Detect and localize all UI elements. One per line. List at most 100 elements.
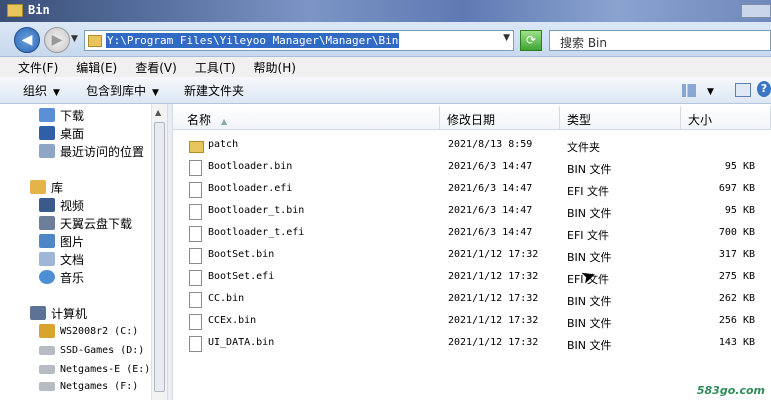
preview-pane-icon[interactable]	[735, 83, 751, 97]
forward-button[interactable]: ▶	[44, 27, 70, 53]
nav-item-downloads[interactable]: 下载	[39, 106, 84, 124]
file-row[interactable]: CC.bin 2021/1/12 17:32 BIN 文件 262 KB	[173, 289, 771, 311]
file-row[interactable]: BootSet.efi 2021/1/12 17:32 EFI 文件 275 K…	[173, 267, 771, 289]
nav-scrollbar[interactable]: ▲	[151, 104, 167, 400]
file-type: BIN 文件	[567, 207, 612, 220]
folder-icon	[39, 216, 55, 230]
column-type-label: 类型	[567, 113, 592, 127]
folder-icon	[189, 141, 204, 153]
file-name: Bootloader_t.bin	[208, 205, 305, 216]
navigation-pane: 下载 桌面 最近访问的位置 库 视频 天翼云盘下载 图片 文档 音乐 计算机 W…	[0, 104, 151, 400]
column-header-type[interactable]: 类型	[560, 106, 681, 130]
file-date: 2021/6/3 14:47	[448, 161, 533, 172]
drive-icon	[39, 345, 55, 355]
download-icon	[39, 108, 55, 122]
file-type: EFI 文件	[567, 185, 610, 198]
nav-item-computer[interactable]: 计算机	[30, 304, 87, 322]
file-row[interactable]: Bootloader.bin 2021/6/3 14:47 BIN 文件 95 …	[173, 157, 771, 179]
menu-edit[interactable]: 编辑(E)	[76, 57, 117, 77]
nav-item-pictures[interactable]: 图片	[39, 232, 84, 250]
view-options-icon[interactable]	[682, 84, 696, 97]
nav-item-cloud-downloads[interactable]: 天翼云盘下载	[39, 214, 132, 232]
recent-places-icon	[39, 144, 55, 158]
file-name: BootSet.bin	[208, 249, 275, 260]
file-size: 700 KB	[718, 227, 755, 238]
file-type: BIN 文件	[567, 163, 612, 176]
chevron-down-icon: ▼	[152, 88, 159, 98]
file-icon	[189, 226, 202, 242]
file-row[interactable]: Bootloader.efi 2021/6/3 14:47 EFI 文件 697…	[173, 179, 771, 201]
desktop-icon	[39, 126, 55, 140]
file-row[interactable]: Bootloader_t.bin 2021/6/3 14:47 BIN 文件 9…	[173, 201, 771, 223]
file-type: BIN 文件	[567, 339, 612, 352]
system-drive-icon	[39, 324, 55, 338]
file-row[interactable]: BootSet.bin 2021/1/12 17:32 BIN 文件 317 K…	[173, 245, 771, 267]
file-row[interactable]: Bootloader_t.efi 2021/6/3 14:47 EFI 文件 7…	[173, 223, 771, 245]
nav-item-drive-e[interactable]: Netgames-E (E:)	[39, 360, 150, 378]
menu-tools[interactable]: 工具(T)	[195, 57, 236, 77]
column-header-date[interactable]: 修改日期	[440, 106, 560, 130]
column-date-label: 修改日期	[447, 113, 496, 127]
help-icon[interactable]: ?	[757, 81, 771, 97]
file-size: 95 KB	[724, 205, 755, 216]
file-row[interactable]: patch 2021/8/13 8:59 文件夹	[173, 135, 771, 157]
file-icon	[189, 204, 202, 220]
file-row[interactable]: CCEx.bin 2021/1/12 17:32 BIN 文件 256 KB	[173, 311, 771, 333]
file-size: 275 KB	[718, 271, 755, 282]
file-name: Bootloader.bin	[208, 161, 293, 172]
nav-item-drive-d[interactable]: SSD-Games (D:)	[39, 341, 144, 359]
file-date: 2021/6/3 14:47	[448, 227, 533, 238]
chevron-down-icon[interactable]: ▼	[503, 33, 510, 43]
nav-item-documents[interactable]: 文档	[39, 250, 84, 268]
new-folder-button[interactable]: 新建文件夹	[184, 82, 244, 99]
organize-button[interactable]: 组织 ▼	[23, 82, 60, 99]
refresh-button[interactable]: ⟳	[520, 30, 542, 51]
back-button[interactable]: ◀	[14, 27, 40, 53]
nav-item-videos[interactable]: 视频	[39, 196, 84, 214]
file-icon	[189, 336, 202, 352]
nav-item-drive-c[interactable]: WS2008r2 (C:)	[39, 322, 138, 340]
column-size-label: 大小	[688, 113, 713, 127]
folder-icon	[7, 4, 23, 17]
nav-item-desktop[interactable]: 桌面	[39, 124, 84, 142]
search-input[interactable]: 搜索 Bin	[549, 30, 771, 51]
menu-help[interactable]: 帮助(H)	[254, 57, 296, 77]
file-icon	[189, 248, 202, 264]
chevron-down-icon: ▼	[53, 88, 60, 98]
file-date: 2021/1/12 17:32	[448, 315, 539, 326]
file-type: 文件夹	[567, 141, 600, 154]
file-size: 317 KB	[718, 249, 755, 260]
close-button[interactable]	[741, 4, 771, 18]
column-header-name[interactable]: 名称 ▲	[173, 106, 440, 130]
menu-view[interactable]: 查看(V)	[135, 57, 177, 77]
organize-label: 组织	[23, 84, 48, 98]
nav-item-libraries[interactable]: 库	[30, 178, 63, 196]
menu-file[interactable]: 文件(F)	[18, 57, 58, 77]
drive-icon	[39, 364, 55, 374]
address-field[interactable]: Y:\Program Files\Yileyoo Manager\Manager…	[84, 30, 514, 51]
scrollbar-thumb[interactable]	[154, 122, 165, 392]
file-row[interactable]: UI_DATA.bin 2021/1/12 17:32 BIN 文件 143 K…	[173, 333, 771, 355]
file-name: Bootloader_t.efi	[208, 227, 305, 238]
file-date: 2021/8/13 8:59	[448, 139, 533, 150]
file-date: 2021/6/3 14:47	[448, 205, 533, 216]
chevron-down-icon[interactable]: ▼	[707, 87, 717, 103]
file-list: 名称 ▲ 修改日期 类型 大小 patch 2021/8/13 8:59 文件夹 …	[173, 104, 771, 400]
file-name: UI_DATA.bin	[208, 337, 275, 348]
title-bar: Bin	[0, 0, 771, 22]
scroll-up-icon[interactable]: ▲	[155, 108, 161, 117]
file-date: 2021/1/12 17:32	[448, 249, 539, 260]
file-size: 697 KB	[718, 183, 755, 194]
search-placeholder: 搜索 Bin	[560, 36, 607, 50]
column-name-label: 名称	[187, 113, 212, 127]
nav-item-drive-f[interactable]: Netgames (F:)	[39, 377, 138, 395]
nav-item-recent-places[interactable]: 最近访问的位置	[39, 142, 144, 160]
file-date: 2021/6/3 14:47	[448, 183, 533, 194]
history-dropdown-icon[interactable]: ▼	[71, 34, 78, 44]
address-path[interactable]: Y:\Program Files\Yileyoo Manager\Manager…	[106, 33, 400, 48]
include-in-library-button[interactable]: 包含到库中 ▼	[86, 82, 159, 99]
nav-item-music[interactable]: 音乐	[39, 268, 84, 286]
music-icon	[39, 270, 55, 284]
column-header-size[interactable]: 大小	[681, 106, 771, 130]
file-type: BIN 文件	[567, 295, 612, 308]
